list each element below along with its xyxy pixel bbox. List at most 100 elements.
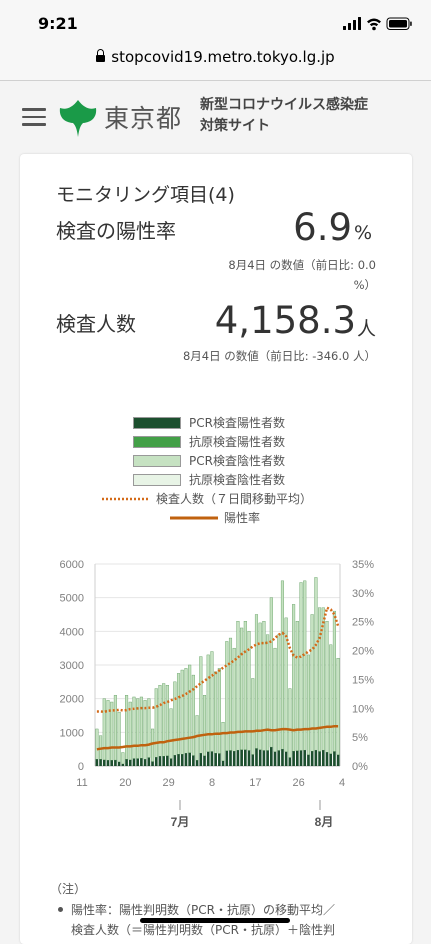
legend-swatch — [102, 497, 150, 501]
positivity-rate-value: 6.9 — [293, 206, 352, 249]
bar-negative — [299, 582, 303, 751]
bar-negative — [225, 641, 229, 752]
bar-positive — [151, 761, 154, 766]
legend-item-positivity-rate[interactable]: 陽性率 — [170, 509, 260, 527]
testing-chart: 0 1000 2000 3000 4000 5000 6000 0% 5% 10% 15% 20% 25… — [60, 559, 375, 829]
test-count-note: 8月4日 の数値（前日比: -346.0 人） — [182, 349, 376, 363]
bar-positive — [232, 751, 236, 766]
y-left-tick-label: 1000 — [60, 727, 84, 739]
bar-positive — [114, 760, 117, 766]
bullet-icon — [58, 907, 63, 912]
bar-negative — [184, 668, 188, 754]
notes-line-2: 検査人数（＝陽性判明数（PCR・抗原）＋陰性判 — [71, 923, 335, 937]
bar-negative — [176, 673, 181, 755]
bar-negative — [306, 654, 310, 756]
status-time: 9:21 — [38, 14, 78, 33]
bar-negative — [254, 614, 259, 749]
bar-positive — [110, 760, 114, 766]
bar-positive — [310, 751, 314, 766]
bar-negative — [173, 681, 177, 756]
status-bar: 9:21 — [0, 0, 431, 44]
x-tick-label: 20 — [119, 777, 131, 789]
y-left-tick-label: 5000 — [60, 593, 84, 605]
legend-label: PCR検査陰性者数 — [189, 454, 285, 468]
legend-label: 抗原検査陰性者数 — [189, 473, 286, 487]
site-title-line-2: 対策サイト — [200, 118, 270, 134]
bar-positive — [247, 750, 251, 766]
bar-negative — [251, 678, 255, 755]
bar-positive — [329, 753, 333, 766]
signal-icon — [343, 17, 361, 30]
x-tick-label: 26 — [293, 777, 305, 789]
bar-negative — [332, 610, 336, 752]
y-left-tick-label: 6000 — [60, 559, 84, 571]
legend-item-antigen-negative[interactable]: 抗原検査陰性者数 — [133, 471, 285, 489]
bar-positive — [295, 750, 299, 766]
bar-positive — [158, 756, 162, 766]
monitoring-card: モニタリング項目(4) 検査の陽性率 6.9 % 8月4日 の数値（前日比: 0… — [20, 154, 412, 944]
bar-positive — [225, 750, 229, 766]
y-right-tick-label: 0% — [352, 761, 368, 773]
bar-positive — [106, 760, 110, 766]
bar-negative — [158, 684, 162, 757]
bar-positive — [121, 763, 125, 766]
menu-icon[interactable] — [22, 108, 46, 126]
legend-swatch — [133, 474, 181, 486]
test-count-value: 4,158.3 — [214, 299, 356, 342]
url-display[interactable]: stopcovid19.metro.tokyo.lg.jp — [0, 48, 431, 66]
bar-negative — [321, 607, 325, 751]
y-left-tick-label: 4000 — [60, 626, 84, 638]
y-right-tick-label: 25% — [352, 617, 374, 629]
bar-positive — [288, 757, 292, 766]
bar-positive — [303, 750, 307, 766]
bar-negative — [277, 634, 281, 751]
bar-positive — [195, 760, 199, 766]
test-count-label: 検査人数 — [56, 312, 136, 336]
legend-item-antigen-positive[interactable]: 抗原検査陽性者数 — [133, 433, 285, 451]
bar-negative — [113, 695, 117, 761]
bar-positive — [177, 754, 180, 766]
legend-label: 陽性率 — [224, 511, 261, 525]
legend-swatch — [133, 436, 181, 448]
bar-negative — [110, 701, 114, 761]
bar-positive — [292, 751, 295, 766]
bar-positive — [307, 754, 310, 766]
bar-positive — [99, 759, 102, 766]
bar-positive — [147, 757, 151, 766]
bar-negative — [180, 669, 184, 755]
bar-negative — [102, 698, 106, 761]
status-icons — [343, 16, 413, 35]
bar-positive — [258, 749, 262, 766]
tokyo-logo-icon[interactable] — [58, 98, 98, 138]
legend-item-pcr-negative[interactable]: PCR検査陰性者数 — [133, 452, 285, 470]
bar-positive — [255, 748, 258, 766]
bar-negative — [95, 728, 99, 760]
legend-item-test-moving-average[interactable]: 検査人数（７日間移動平均） — [102, 490, 312, 508]
bar-negative — [169, 708, 173, 759]
bar-negative — [329, 644, 333, 755]
bar-positive — [236, 750, 240, 766]
bar-negative — [121, 752, 125, 765]
legend-swatch — [133, 417, 181, 429]
bar-negative — [162, 683, 166, 757]
bar-negative — [303, 580, 307, 751]
bar-negative — [151, 728, 155, 762]
address-bar[interactable]: stopcovid19.metro.tokyo.lg.jp — [0, 44, 431, 81]
bar-positive — [125, 759, 128, 766]
y-right-tick-label: 5% — [352, 732, 368, 744]
bar-negative — [117, 711, 121, 763]
bar-negative — [269, 597, 273, 748]
bar-positive — [206, 751, 210, 766]
bar-negative — [217, 668, 221, 754]
bar-positive — [314, 750, 318, 766]
bar-positive — [325, 752, 329, 766]
y-right-tick-label: 15% — [352, 674, 374, 686]
bar-positive — [136, 758, 140, 766]
legend-item-pcr-positive[interactable]: PCR検査陽性者数 — [133, 414, 285, 432]
bar-negative — [128, 701, 132, 761]
bar-positive — [284, 751, 288, 766]
bar-positive — [244, 749, 247, 766]
bar-positive — [210, 751, 214, 766]
bar-negative — [206, 654, 210, 753]
bar-positive — [318, 751, 321, 766]
